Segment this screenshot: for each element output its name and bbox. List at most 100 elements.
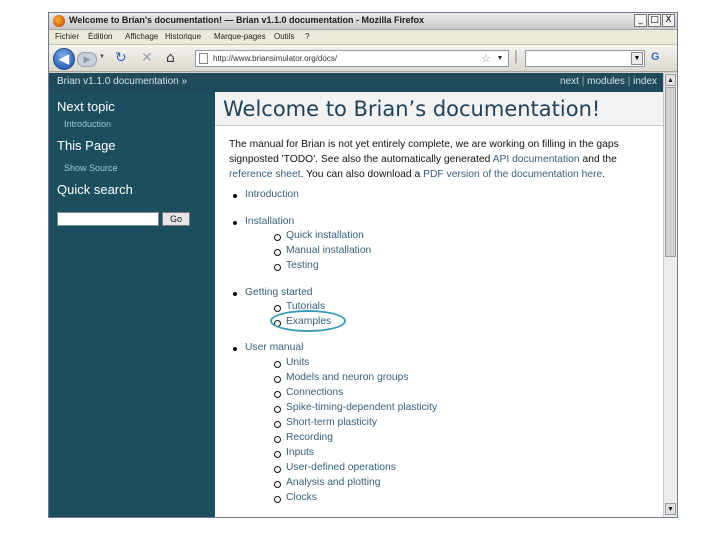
reload-icon[interactable]: ↻ bbox=[115, 50, 127, 66]
toc-subitem[interactable]: Manual installation bbox=[274, 245, 371, 256]
page-viewport: Brian v1.1.0 documentation » next | modu… bbox=[49, 73, 677, 517]
firefox-icon bbox=[53, 15, 65, 27]
breadcrumb[interactable]: Brian v1.1.0 documentation » bbox=[57, 76, 187, 87]
menu-file[interactable]: Fichier bbox=[55, 32, 79, 41]
url-text[interactable]: http://www.briansimulator.org/docs/ bbox=[213, 54, 337, 63]
forward-button[interactable]: ▶ bbox=[77, 52, 97, 67]
toc-subitem[interactable]: Models and neuron groups bbox=[274, 372, 409, 383]
toc-subitem[interactable]: Analysis and plotting bbox=[274, 477, 380, 488]
toc-subitem[interactable]: Spike-timing-dependent plasticity bbox=[274, 402, 437, 413]
toc-link-connections[interactable]: Connections bbox=[286, 387, 343, 398]
search-engine-dropdown-icon[interactable]: ▼ bbox=[631, 52, 643, 65]
bullet-icon bbox=[233, 194, 237, 198]
window-controls: _ □ X bbox=[634, 14, 675, 27]
toc-link-analysis-plotting[interactable]: Analysis and plotting bbox=[286, 477, 380, 488]
toc-subitem[interactable]: Recording bbox=[274, 432, 333, 443]
toc-link-installation[interactable]: Installation bbox=[245, 216, 294, 227]
circle-bullet-icon bbox=[274, 305, 281, 312]
circle-bullet-icon bbox=[274, 481, 281, 488]
circle-bullet-icon bbox=[274, 466, 281, 473]
home-icon[interactable]: ⌂ bbox=[166, 50, 175, 66]
maximize-button[interactable]: □ bbox=[648, 14, 661, 27]
toc-subitem[interactable]: Inputs bbox=[274, 447, 314, 458]
toc-link-clocks[interactable]: Clocks bbox=[286, 492, 317, 503]
search-bar[interactable]: ▼ bbox=[525, 50, 645, 67]
reference-sheet-link[interactable]: reference sheet bbox=[229, 169, 301, 180]
bullet-icon bbox=[233, 221, 237, 225]
menu-help[interactable]: ? bbox=[305, 32, 309, 41]
minimize-button[interactable]: _ bbox=[634, 14, 647, 27]
toc-link-inputs[interactable]: Inputs bbox=[286, 447, 314, 458]
url-dropdown-icon[interactable]: ▼ bbox=[494, 52, 506, 65]
back-button[interactable]: ◀ bbox=[53, 48, 75, 70]
toc-link-units[interactable]: Units bbox=[286, 357, 309, 368]
quick-search-input[interactable] bbox=[57, 212, 159, 226]
toc-subitem[interactable]: User-defined operations bbox=[274, 462, 396, 473]
toc-item[interactable]: Getting started bbox=[233, 287, 313, 298]
scroll-up-icon[interactable]: ▲ bbox=[665, 74, 676, 86]
circle-bullet-icon bbox=[274, 406, 281, 413]
toc-subitem[interactable]: Units bbox=[274, 357, 309, 368]
separator: | bbox=[581, 76, 585, 87]
menu-bookmarks[interactable]: Marque-pages bbox=[214, 32, 266, 41]
menu-edit[interactable]: Édition bbox=[88, 32, 112, 41]
toc-link-stp[interactable]: Short-term plasticity bbox=[286, 417, 377, 428]
modules-link[interactable]: modules bbox=[587, 76, 625, 87]
page-title: Welcome to Brian’s documentation! bbox=[223, 97, 601, 121]
address-bar[interactable]: http://www.briansimulator.org/docs/ ☆ ▼ bbox=[195, 50, 509, 67]
toc-link-user-defined-operations[interactable]: User-defined operations bbox=[286, 462, 396, 473]
scrollbar-thumb[interactable] bbox=[665, 87, 676, 257]
go-icon[interactable]: │ bbox=[513, 51, 520, 63]
circle-bullet-icon bbox=[274, 436, 281, 443]
toc-item[interactable]: Installation bbox=[233, 216, 294, 227]
toc-subitem[interactable]: Short-term plasticity bbox=[274, 417, 377, 428]
go-button[interactable]: Go bbox=[162, 212, 190, 226]
intro-text: . You can also download a bbox=[300, 169, 424, 180]
window-title: Welcome to Brian's documentation! — Bria… bbox=[69, 15, 425, 25]
google-search-icon[interactable]: G bbox=[651, 51, 660, 63]
toc-link-recording[interactable]: Recording bbox=[286, 432, 333, 443]
toc-link-user-manual[interactable]: User manual bbox=[245, 342, 303, 353]
toc-link-getting-started[interactable]: Getting started bbox=[245, 287, 313, 298]
toc-link-stdp[interactable]: Spike-timing-dependent plasticity bbox=[286, 402, 437, 413]
circle-bullet-icon bbox=[274, 234, 281, 241]
toc-subitem[interactable]: Testing bbox=[274, 260, 319, 271]
navigation-toolbar: ◀ ▶ ▼ ↻ ✕ ⌂ http://www.briansimulator.or… bbox=[49, 45, 677, 72]
menu-tools[interactable]: Outils bbox=[274, 32, 294, 41]
toc-subitem[interactable]: Connections bbox=[274, 387, 343, 398]
quick-search-heading: Quick search bbox=[57, 182, 133, 197]
sidebar: Next topic Introduction This Page Show S… bbox=[49, 92, 215, 517]
page-icon bbox=[199, 53, 208, 64]
toc-link-quick-installation[interactable]: Quick installation bbox=[286, 230, 364, 241]
next-link[interactable]: next bbox=[560, 76, 579, 87]
toc-link-models[interactable]: Models and neuron groups bbox=[286, 372, 409, 383]
toc-subitem[interactable]: Quick installation bbox=[274, 230, 364, 241]
toc-subitem[interactable]: Clocks bbox=[274, 492, 317, 503]
menu-view[interactable]: Affichage bbox=[125, 32, 158, 41]
bookmark-star-icon[interactable]: ☆ bbox=[481, 52, 491, 65]
toc-item[interactable]: User manual bbox=[233, 342, 303, 353]
heading-band: Welcome to Brian’s documentation! bbox=[215, 92, 663, 126]
toc-link-introduction[interactable]: Introduction bbox=[245, 189, 299, 200]
menu-history[interactable]: Historique bbox=[165, 32, 201, 41]
api-docs-link[interactable]: API documentation bbox=[493, 154, 580, 165]
related-links: next | modules | index bbox=[560, 76, 657, 87]
show-source-link[interactable]: Show Source bbox=[64, 163, 118, 173]
circle-bullet-icon bbox=[274, 249, 281, 256]
circle-bullet-icon bbox=[274, 421, 281, 428]
pdf-link[interactable]: PDF version of the documentation here bbox=[423, 169, 602, 180]
close-button[interactable]: X bbox=[662, 14, 675, 27]
intro-text: . bbox=[602, 169, 606, 180]
vertical-scrollbar[interactable]: ▲ ▼ bbox=[663, 73, 677, 517]
history-dropdown-icon[interactable]: ▼ bbox=[99, 54, 105, 60]
scroll-down-icon[interactable]: ▼ bbox=[665, 503, 676, 515]
next-topic-link[interactable]: Introduction bbox=[64, 119, 111, 129]
related-bar: Brian v1.1.0 documentation » next | modu… bbox=[49, 73, 663, 92]
toc-link-manual-installation[interactable]: Manual installation bbox=[286, 245, 371, 256]
toc-link-testing[interactable]: Testing bbox=[286, 260, 319, 271]
stop-icon[interactable]: ✕ bbox=[141, 50, 153, 66]
index-link[interactable]: index bbox=[633, 76, 657, 87]
title-bar: Welcome to Brian's documentation! — Bria… bbox=[49, 13, 677, 30]
this-page-heading: This Page bbox=[57, 138, 116, 153]
toc-item[interactable]: Introduction bbox=[233, 189, 299, 200]
